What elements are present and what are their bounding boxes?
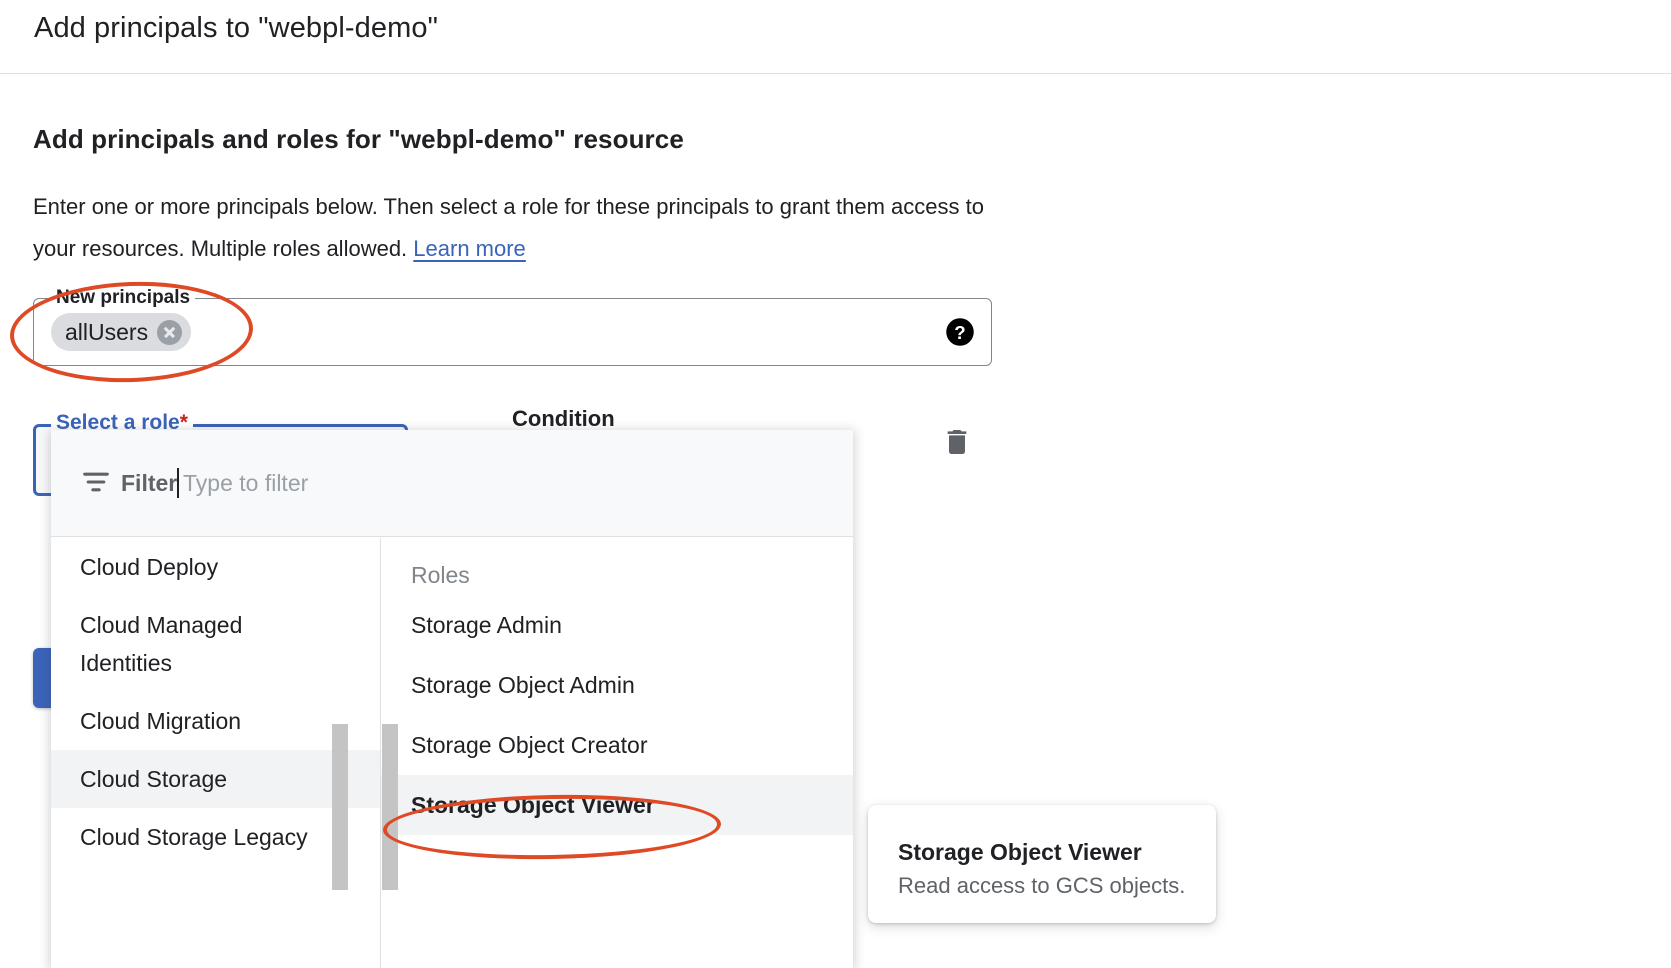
category-label: Cloud Deploy (80, 554, 219, 580)
text-caret (177, 468, 179, 498)
trash-icon[interactable] (937, 422, 977, 462)
principal-chip-label: allUsers (65, 318, 149, 345)
role-label: Storage Object Viewer (411, 792, 655, 818)
list-item[interactable]: Cloud Storage Legacy (51, 808, 380, 866)
list-item[interactable]: Storage Admin (381, 595, 853, 655)
category-label: Cloud Managed Identities (80, 612, 243, 676)
condition-column-header: Condition (512, 406, 615, 431)
dialog-header: Add principals to "webpl-demo" (0, 0, 1671, 74)
role-list-scrollbar[interactable] (382, 724, 398, 890)
role-label: Storage Admin (411, 612, 562, 638)
dropdown-filter-bar: Filter (51, 430, 853, 537)
filter-input[interactable] (183, 466, 783, 500)
section-description: Enter one or more principals below. Then… (33, 186, 993, 270)
learn-more-link[interactable]: Learn more (413, 236, 526, 261)
list-item-selected[interactable]: Cloud Storage (51, 750, 380, 808)
role-selector-dropdown[interactable]: Filter Cloud Deploy Cloud Managed Identi… (51, 430, 853, 968)
filter-label: Filter (121, 470, 178, 496)
role-description-title: Storage Object Viewer (898, 839, 1142, 865)
list-item[interactable]: Cloud Managed Identities (51, 596, 311, 692)
role-label: Storage Object Creator (411, 732, 648, 758)
svg-text:?: ? (954, 322, 965, 343)
list-item-storage-object-viewer[interactable]: Storage Object Viewer (381, 775, 853, 835)
list-item[interactable]: Storage Object Admin (381, 655, 853, 715)
role-description-text: Read access to GCS objects. (898, 873, 1186, 898)
category-label: Cloud Migration (80, 708, 242, 734)
role-list[interactable]: Roles Storage Admin Storage Object Admin… (380, 538, 853, 968)
role-category-list[interactable]: Cloud Deploy Cloud Managed Identities Cl… (51, 538, 380, 968)
category-label: Cloud Storage Legacy (80, 824, 308, 850)
filter-icon (82, 471, 110, 493)
page-title: Add principals to "webpl-demo" (34, 12, 439, 44)
principal-chip-allusers[interactable]: allUsers (51, 313, 192, 351)
category-list-scrollbar[interactable] (332, 724, 348, 890)
dropdown-lists: Cloud Deploy Cloud Managed Identities Cl… (51, 538, 853, 968)
role-label: Storage Object Admin (411, 672, 635, 698)
close-icon[interactable] (157, 319, 183, 345)
role-description-card: Storage Object Viewer Read access to GCS… (868, 805, 1216, 923)
list-item[interactable]: Cloud Migration (51, 692, 380, 750)
help-circle-icon[interactable]: ? (945, 317, 975, 347)
category-label: Cloud Storage (80, 766, 228, 792)
new-principals-label: New principals (51, 287, 196, 309)
list-item[interactable]: Storage Object Creator (381, 715, 853, 775)
section-heading: Add principals and roles for "webpl-demo… (33, 124, 684, 154)
list-item[interactable]: Cloud Deploy (51, 538, 380, 596)
roles-caption: Roles (411, 562, 470, 588)
new-principals-field[interactable]: New principals allUsers ? (33, 287, 992, 366)
